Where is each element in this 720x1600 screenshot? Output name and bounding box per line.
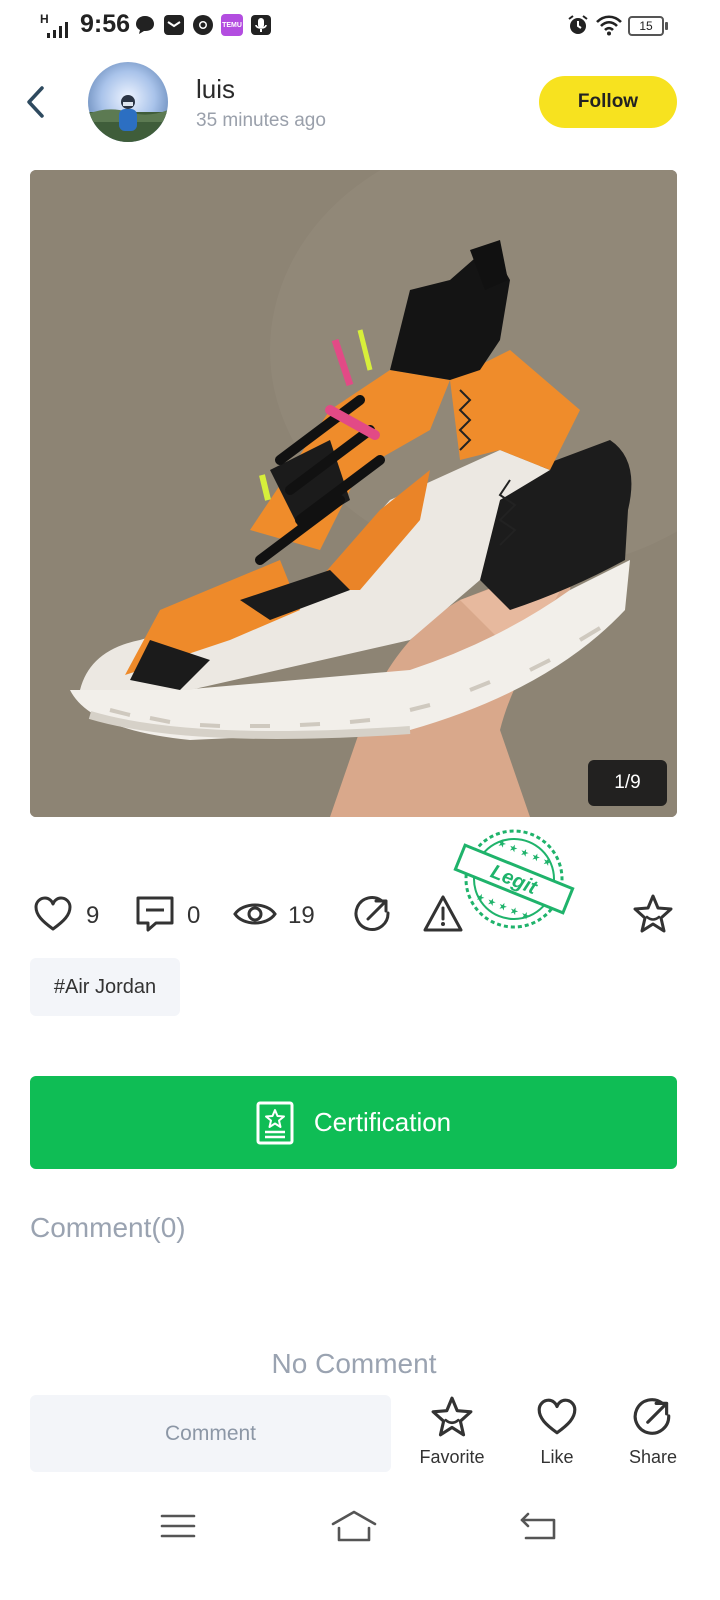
favorite-label: Favorite bbox=[419, 1447, 485, 1467]
comment-input[interactable]: Comment bbox=[30, 1395, 391, 1472]
share-label: Share bbox=[628, 1447, 678, 1467]
post-photo[interactable] bbox=[30, 170, 677, 817]
avatar[interactable] bbox=[88, 62, 168, 142]
like-action[interactable]: Like bbox=[507, 1395, 607, 1468]
like-heart-icon bbox=[537, 1398, 577, 1435]
share-icon[interactable] bbox=[352, 893, 394, 935]
alarm-icon bbox=[568, 15, 588, 34]
image-counter: 1/9 bbox=[588, 760, 667, 806]
post-time: 35 minutes ago bbox=[196, 110, 326, 131]
empty-comments-text: No Comment bbox=[271, 1348, 437, 1379]
battery-level: 15 bbox=[639, 19, 653, 33]
favorite-star-icon[interactable] bbox=[632, 893, 674, 935]
clock: 9:56 bbox=[80, 10, 131, 38]
back-arrow-icon[interactable] bbox=[20, 82, 52, 122]
hashtag-chip[interactable]: #Air Jordan bbox=[30, 958, 180, 1016]
certificate-icon bbox=[256, 1101, 294, 1144]
favorite-star-icon bbox=[431, 1396, 473, 1437]
likes-count: 9 bbox=[86, 902, 100, 929]
mic-icon bbox=[251, 15, 271, 35]
favorite-action[interactable]: Favorite bbox=[402, 1395, 502, 1468]
legit-stamp: Legit ★ ★ ★ ★ ★ ★ ★ ★ ★ ★ bbox=[453, 829, 575, 929]
wifi-icon bbox=[596, 15, 622, 36]
like-heart-icon[interactable] bbox=[32, 893, 74, 935]
temu-icon: TEMU bbox=[221, 14, 243, 36]
certification-button[interactable]: Certification bbox=[30, 1076, 677, 1169]
chrome-icon bbox=[193, 15, 213, 35]
mail-icon bbox=[164, 15, 184, 35]
battery-icon: 15 bbox=[628, 16, 664, 36]
views-count: 19 bbox=[288, 902, 315, 929]
share-icon bbox=[633, 1398, 671, 1435]
certification-label: Certification bbox=[313, 1107, 452, 1137]
report-warning-icon[interactable] bbox=[422, 893, 464, 935]
signal-icon bbox=[47, 22, 68, 38]
temu-label: TEMU bbox=[222, 21, 242, 29]
home-icon[interactable] bbox=[330, 1508, 378, 1544]
views-eye-icon bbox=[233, 903, 277, 925]
follow-button[interactable]: Follow bbox=[539, 76, 677, 128]
menu-icon[interactable] bbox=[156, 1508, 200, 1544]
battery-tip bbox=[665, 22, 668, 30]
username[interactable]: luis bbox=[196, 74, 235, 105]
comments-heading: Comment(0) bbox=[30, 1212, 186, 1243]
like-label: Like bbox=[540, 1447, 574, 1467]
sneaker-image bbox=[30, 170, 677, 817]
status-bar: H 9:56 TEMU 15 bbox=[0, 0, 720, 56]
message-icon bbox=[136, 16, 154, 34]
share-action[interactable]: Share bbox=[603, 1395, 703, 1468]
comment-icon[interactable] bbox=[134, 893, 176, 935]
back-nav-icon[interactable] bbox=[516, 1508, 560, 1544]
comments-count: 0 bbox=[187, 902, 201, 929]
avatar-image bbox=[88, 95, 168, 142]
